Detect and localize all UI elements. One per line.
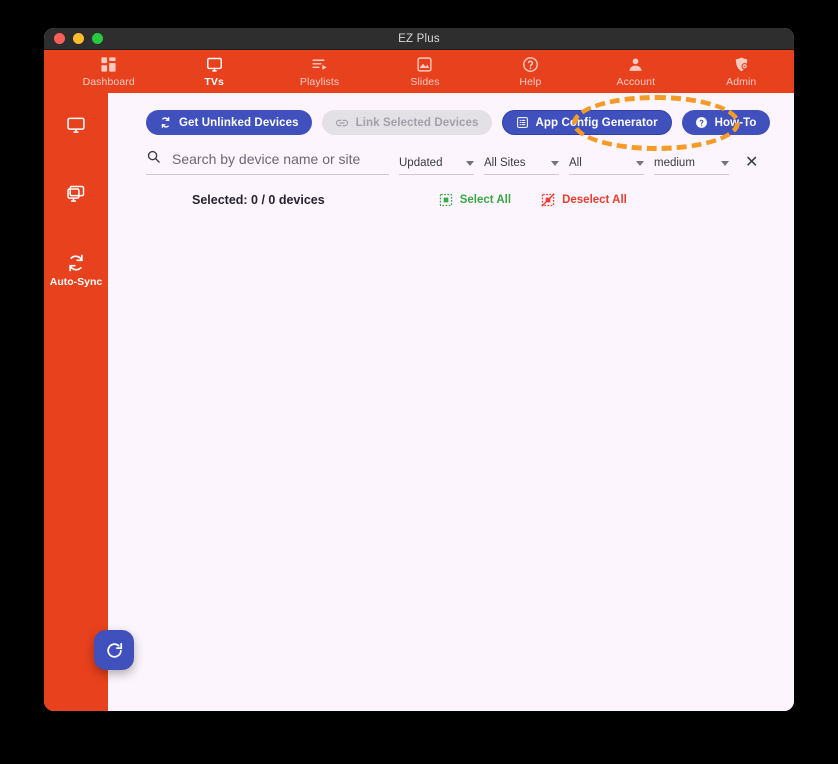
selection-row: Selected: 0 / 0 devices Select All Desel… xyxy=(108,175,794,207)
deselect-all-icon xyxy=(541,193,555,207)
chevron-down-icon xyxy=(551,160,559,166)
search-input[interactable] xyxy=(170,150,389,168)
window-body: Auto-Sync Get Unlinked Devices Link Sele… xyxy=(44,93,794,711)
refresh-fab-button[interactable] xyxy=(94,630,134,670)
search-icon xyxy=(146,149,161,169)
app-window: EZ Plus Dashboard TVs Playlists Slides H… xyxy=(44,28,794,711)
question-mark-icon xyxy=(695,116,708,129)
link-selected-devices-button[interactable]: Link Selected Devices xyxy=(321,110,492,135)
status-dropdown-value: All xyxy=(569,157,582,169)
clear-filters-icon[interactable]: ✕ xyxy=(745,155,758,175)
link-selected-devices-label: Link Selected Devices xyxy=(355,116,479,129)
main-content: Get Unlinked Devices Link Selected Devic… xyxy=(108,93,794,711)
dashboard-grid-icon xyxy=(100,56,117,73)
site-dropdown-value: All Sites xyxy=(484,157,526,169)
sidebar-label-auto-sync: Auto-Sync xyxy=(49,276,103,288)
nav-item-account[interactable]: Account xyxy=(583,50,688,93)
image-slide-icon xyxy=(416,56,433,73)
chevron-down-icon xyxy=(466,160,474,166)
deselect-all-button[interactable]: Deselect All xyxy=(541,193,627,207)
how-to-button[interactable]: How-To xyxy=(681,110,770,135)
nav-item-help[interactable]: Help xyxy=(478,50,583,93)
action-toolbar: Get Unlinked Devices Link Selected Devic… xyxy=(108,93,794,135)
sort-dropdown-value: Updated xyxy=(399,157,443,169)
app-config-generator-label: App Config Generator xyxy=(535,116,658,129)
nav-label-playlists: Playlists xyxy=(299,75,340,88)
get-unlinked-devices-button[interactable]: Get Unlinked Devices xyxy=(146,110,312,135)
window-title: EZ Plus xyxy=(398,32,440,45)
monitor-outline-icon xyxy=(66,115,86,135)
sidebar-item-auto-sync[interactable]: Auto-Sync xyxy=(44,253,108,288)
nav-label-slides: Slides xyxy=(410,75,440,88)
how-to-label: How-To xyxy=(714,116,757,129)
deselect-all-label: Deselect All xyxy=(562,194,627,206)
nav-item-tvs[interactable]: TVs xyxy=(161,50,266,93)
top-navigation: Dashboard TVs Playlists Slides Help Acco… xyxy=(44,50,794,93)
nav-label-account: Account xyxy=(616,75,656,88)
minimize-yellow-icon[interactable] xyxy=(73,33,84,44)
nav-item-admin[interactable]: Admin xyxy=(689,50,794,93)
maximize-green-icon[interactable] xyxy=(92,33,103,44)
size-dropdown-value: medium xyxy=(654,157,695,169)
monitor-stacked-icon xyxy=(66,184,86,204)
sort-dropdown[interactable]: Updated xyxy=(399,157,474,175)
sync-refresh-icon xyxy=(66,253,86,273)
admin-shield-icon xyxy=(733,56,750,73)
close-red-icon[interactable] xyxy=(54,33,65,44)
device-list-empty-area xyxy=(108,207,794,647)
sidebar-item-monitor-stacked[interactable] xyxy=(44,184,108,207)
monitor-icon xyxy=(206,56,223,73)
nav-label-help: Help xyxy=(519,75,542,88)
window-titlebar[interactable]: EZ Plus xyxy=(44,28,794,50)
person-icon xyxy=(627,56,644,73)
status-dropdown[interactable]: All xyxy=(569,157,644,175)
refresh-reload-icon xyxy=(105,641,124,660)
sidebar-item-monitor[interactable] xyxy=(44,115,108,138)
app-config-generator-button[interactable]: App Config Generator xyxy=(501,110,672,135)
left-sidebar: Auto-Sync xyxy=(44,93,134,711)
select-all-button[interactable]: Select All xyxy=(439,193,511,207)
select-all-label: Select All xyxy=(459,194,512,206)
nav-item-playlists[interactable]: Playlists xyxy=(267,50,372,93)
config-list-icon xyxy=(516,116,529,129)
search-field-wrapper[interactable] xyxy=(146,149,389,175)
filter-row: Updated All Sites All medium xyxy=(108,135,794,175)
screenshot-stage: EZ Plus Dashboard TVs Playlists Slides H… xyxy=(0,0,838,764)
get-unlinked-devices-label: Get Unlinked Devices xyxy=(179,116,299,129)
nav-item-dashboard[interactable]: Dashboard xyxy=(56,50,161,93)
traffic-light-group xyxy=(44,33,103,44)
link-chain-icon xyxy=(335,116,349,130)
sync-circle-icon xyxy=(159,116,172,129)
playlist-icon xyxy=(311,56,328,73)
selection-actions: Select All Deselect All xyxy=(439,193,627,207)
chevron-down-icon xyxy=(721,160,729,166)
question-circle-icon xyxy=(522,56,539,73)
nav-label-admin: Admin xyxy=(726,75,757,88)
nav-item-slides[interactable]: Slides xyxy=(372,50,477,93)
nav-label-tvs: TVs xyxy=(204,75,224,88)
size-dropdown[interactable]: medium xyxy=(654,157,729,175)
site-dropdown[interactable]: All Sites xyxy=(484,157,559,175)
select-all-icon xyxy=(439,193,453,207)
selected-count-label: Selected: 0 / 0 devices xyxy=(192,193,325,207)
chevron-down-icon xyxy=(636,160,644,166)
nav-label-dashboard: Dashboard xyxy=(82,75,135,88)
